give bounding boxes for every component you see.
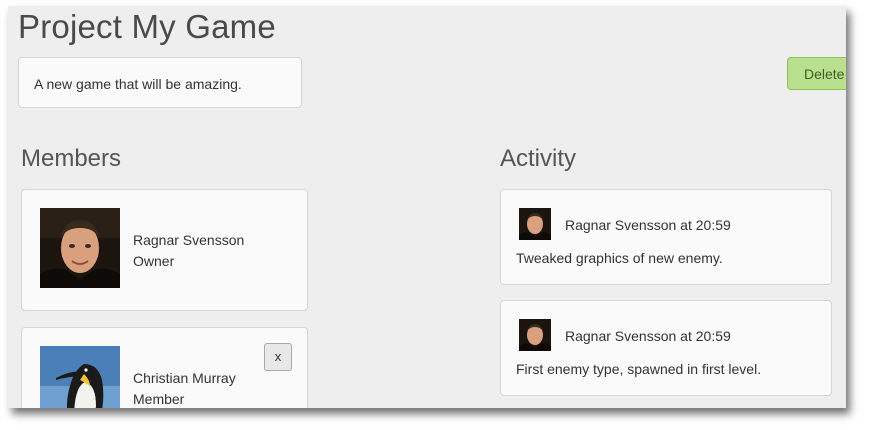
activity-text: Tweaked graphics of new enemy.	[516, 250, 723, 266]
person-photo-icon	[519, 208, 551, 240]
member-name: Christian Murray	[133, 370, 236, 386]
activity-avatar	[519, 319, 551, 351]
member-card: Ragnar Svensson Owner	[21, 189, 308, 311]
app-window: Project My Game A new game that will be …	[8, 6, 846, 408]
activity-avatar	[519, 208, 551, 240]
activity-header: Ragnar Svensson at 20:59	[565, 328, 731, 344]
person-photo-icon	[519, 319, 551, 351]
activity-card: Ragnar Svensson at 20:59 First enemy typ…	[500, 300, 832, 396]
project-description: A new game that will be amazing.	[34, 76, 242, 92]
page-title: Project My Game	[18, 8, 276, 45]
activity-text: First enemy type, spawned in first level…	[516, 361, 762, 377]
member-card: Christian Murray Member x	[21, 327, 308, 408]
remove-member-button[interactable]: x	[264, 343, 292, 371]
activity-header: Ragnar Svensson at 20:59	[565, 217, 731, 233]
activity-card: Ragnar Svensson at 20:59 Tweaked graphic…	[500, 189, 832, 285]
member-role: Member	[133, 391, 185, 407]
penguin-photo-icon	[40, 346, 120, 408]
activity-heading: Activity	[500, 145, 577, 172]
member-avatar	[40, 346, 120, 408]
project-description-box[interactable]: A new game that will be amazing.	[18, 57, 302, 108]
member-avatar	[40, 208, 120, 288]
delete-project-button[interactable]: Delete	[787, 57, 846, 90]
person-photo-icon	[40, 208, 120, 288]
member-role: Owner	[133, 253, 175, 269]
member-name: Ragnar Svensson	[133, 232, 245, 248]
members-heading: Members	[21, 145, 122, 172]
